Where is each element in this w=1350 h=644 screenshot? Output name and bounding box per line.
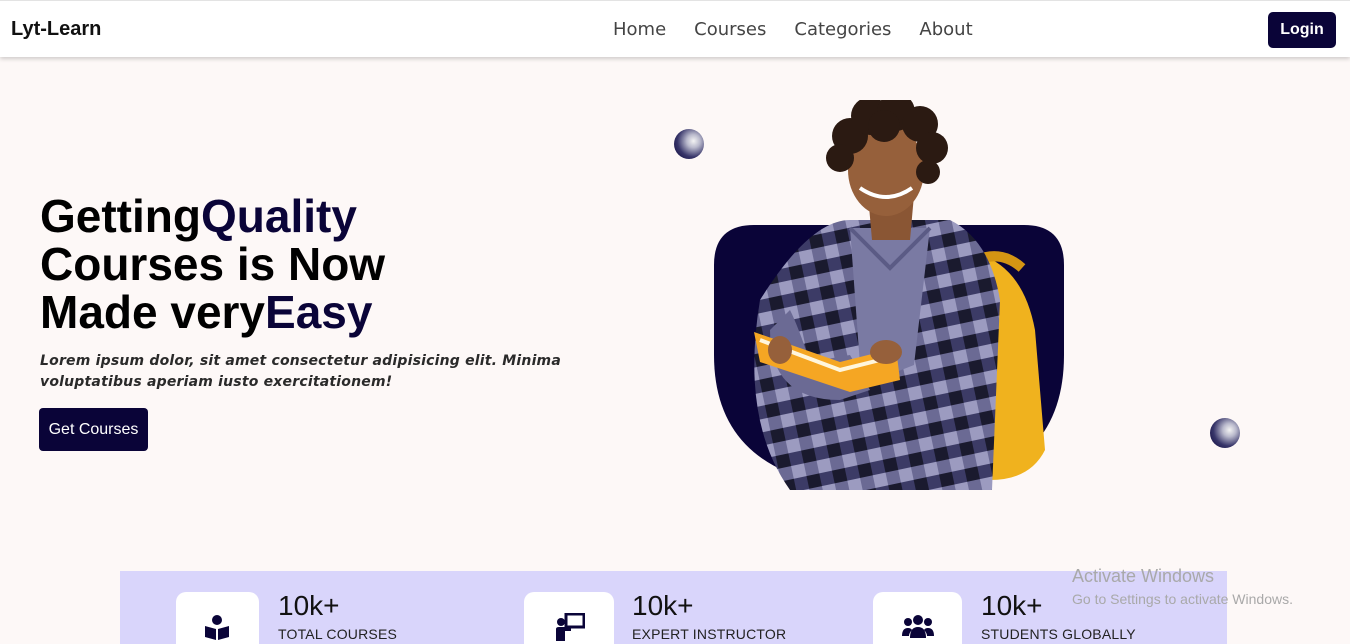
hero-title-part: Made very (40, 286, 266, 338)
watermark-subtitle: Go to Settings to activate Windows. (1072, 591, 1293, 607)
stat-icon-box (176, 592, 259, 644)
hero-title-part: Getting (40, 190, 201, 242)
nav-link-categories[interactable]: Categories (794, 19, 891, 40)
stat-value: 10k+ (981, 590, 1043, 621)
activate-windows-watermark: Activate Windows Go to Settings to activ… (1072, 566, 1293, 607)
hero-title-accent: Quality (200, 190, 357, 242)
book-reader-icon (205, 615, 229, 640)
stat-value: 10k+ (632, 590, 694, 621)
hero-title-part: Courses is Now (40, 238, 386, 290)
hero-title-accent: Easy (265, 286, 373, 338)
login-button[interactable]: Login (1268, 12, 1336, 48)
nav-link-home[interactable]: Home (613, 19, 666, 40)
stat-label: TOTAL COURSES (278, 626, 398, 642)
stat-label: STUDENTS GLOBALLY (981, 626, 1136, 642)
users-icon (902, 615, 934, 638)
chalkboard-teacher-icon (556, 613, 585, 641)
nav-link-about[interactable]: About (919, 19, 972, 40)
get-courses-button[interactable]: Get Courses (39, 408, 148, 451)
stats-section: 10k+ TOTAL COURSES 10k+ EXPERT INSTRUCTO… (120, 571, 1227, 644)
watermark-title: Activate Windows (1072, 566, 1215, 586)
brand-logo[interactable]: Lyt-Learn (11, 18, 101, 41)
stat-icon-box (873, 592, 962, 644)
hero-description: Lorem ipsum dolor, sit amet consectetur … (40, 353, 561, 390)
hero-student-image (714, 100, 1064, 490)
navbar: Lyt-Learn Home Courses Categories About … (0, 0, 1350, 57)
stat-value: 10k+ (278, 590, 340, 621)
stat-label: EXPERT INSTRUCTOR (632, 626, 787, 642)
nav-link-courses[interactable]: Courses (694, 19, 766, 40)
hero-title: GettingQuality Courses is Now Made veryE… (40, 192, 385, 336)
stat-icon-box (524, 592, 614, 644)
nav-links: Home Courses Categories About (613, 19, 973, 40)
decorative-ball (1210, 418, 1240, 448)
